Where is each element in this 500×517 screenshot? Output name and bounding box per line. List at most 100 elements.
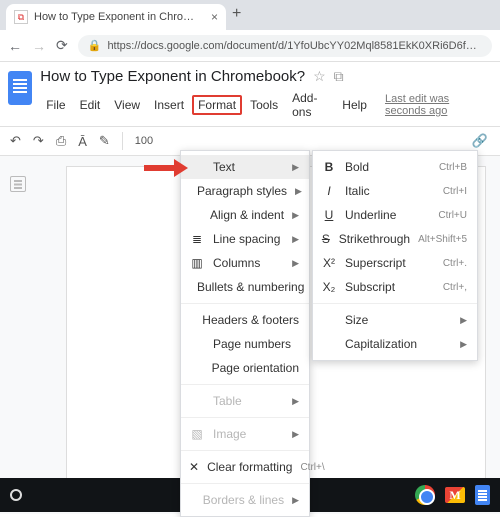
move-icon[interactable]: ⧉ (334, 68, 344, 85)
print-icon[interactable]: ⎙ (56, 133, 66, 149)
gmail-app-icon[interactable] (445, 487, 465, 503)
insert-link-icon[interactable]: 🔗 (472, 133, 488, 149)
browser-tab[interactable]: ⧉ How to Type Exponent in Chro… × (6, 4, 226, 30)
text-item-bold[interactable]: BBoldCtrl+B (313, 155, 477, 179)
menu-item-shortcut: Ctrl+I (443, 186, 467, 197)
chevron-right-icon: ▶ (292, 162, 299, 173)
docs-logo-icon[interactable] (8, 71, 32, 105)
menu-item-label: Borders & lines (203, 493, 284, 507)
menu-item-shortcut: Ctrl+. (443, 258, 467, 269)
favicon: ⧉ (14, 10, 28, 24)
menu-file[interactable]: File (40, 95, 71, 115)
format-item-page-orientation[interactable]: Page orientation (181, 356, 309, 380)
menu-item-label: Line spacing (213, 232, 284, 246)
chevron-right-icon: ▶ (292, 429, 299, 440)
text-item-strikethrough[interactable]: S Strikethrough Alt+Shift+5 (313, 227, 477, 251)
text-item-subscript[interactable]: X₂SubscriptCtrl+, (313, 275, 477, 299)
menu-separator (181, 417, 309, 418)
chevron-right-icon: ▶ (295, 186, 302, 197)
document-title[interactable]: How to Type Exponent in Chromebook? (40, 68, 305, 85)
menu-item-label: Paragraph styles (197, 184, 287, 198)
separator (122, 132, 123, 150)
menu-item-shortcut: Ctrl+\ (300, 462, 324, 473)
menu-item-label: Page numbers (213, 337, 299, 351)
menu-separator (181, 450, 309, 451)
outline-toggle-icon[interactable] (10, 176, 26, 192)
tab-close-icon[interactable]: × (211, 10, 218, 24)
menu-help[interactable]: Help (336, 95, 373, 115)
zoom-value[interactable]: 100 (135, 135, 153, 147)
menu-item-label: Underline (345, 208, 430, 222)
menu-insert[interactable]: Insert (148, 95, 190, 115)
format-item-align-indent[interactable]: Align & indent▶ (181, 203, 309, 227)
text-item-size[interactable]: Size ▶ (313, 308, 477, 332)
text-item-capitalization[interactable]: Capitalization▶ (313, 332, 477, 356)
launcher-icon[interactable] (10, 489, 22, 501)
menu-format[interactable]: Format (192, 95, 242, 115)
menu-item-label: Page orientation (212, 361, 299, 375)
menu-view[interactable]: View (108, 95, 146, 115)
format-item-clear-formatting[interactable]: ✕Clear formattingCtrl+\ (181, 455, 309, 479)
italic-icon: I (321, 184, 337, 198)
text-submenu: BBoldCtrl+BIItalicCtrl+IUUnderlineCtrl+U… (312, 150, 478, 361)
paint-format-icon[interactable]: ✎ (99, 133, 110, 149)
menu-item-shortcut: Alt+Shift+5 (418, 234, 467, 245)
new-tab-button[interactable]: + (232, 5, 241, 25)
menu-item-label: Superscript (345, 256, 435, 270)
format-item-table: Table ▶ (181, 389, 309, 413)
menu-item-label: Capitalization (345, 337, 452, 351)
redo-icon[interactable]: ↷ (33, 133, 44, 149)
last-edit-text[interactable]: Last edit was seconds ago (385, 93, 490, 117)
menu-separator (181, 303, 309, 304)
url-field[interactable]: 🔒 https://docs.google.com/document/d/1Yf… (78, 35, 492, 57)
back-icon[interactable]: ← (8, 38, 22, 54)
url-text: https://docs.google.com/document/d/1YfoU… (107, 40, 482, 52)
format-item-line-spacing[interactable]: ≣Line spacing▶ (181, 227, 309, 251)
menu-item-label: Text (213, 160, 284, 174)
menu-item-label: Headers & footers (202, 313, 299, 327)
menu-bar: File Edit View Insert Format Tools Add-o… (40, 88, 490, 122)
browser-address-bar: ← → ⟳ 🔒 https://docs.google.com/document… (0, 30, 500, 62)
menu-tools[interactable]: Tools (244, 95, 284, 115)
text-item-italic[interactable]: I Italic Ctrl+I (313, 179, 477, 203)
format-item-paragraph-styles[interactable]: Paragraph styles ▶ (181, 179, 309, 203)
text-item-underline[interactable]: U Underline Ctrl+U (313, 203, 477, 227)
format-item-bullets-numbering[interactable]: Bullets & numbering▶ (181, 275, 309, 299)
format-item-page-numbers[interactable]: Page numbers (181, 332, 309, 356)
spellcheck-icon[interactable]: Ā (78, 134, 87, 149)
text-item-superscript[interactable]: X² Superscript Ctrl+. (313, 251, 477, 275)
docs-app-icon[interactable] (475, 485, 490, 505)
strikethrough-icon: S (321, 232, 331, 246)
undo-icon[interactable]: ↶ (10, 133, 21, 149)
star-icon[interactable]: ☆ (313, 68, 326, 85)
chevron-right-icon: ▶ (292, 258, 299, 269)
menu-item-label: Bold (345, 160, 431, 174)
chrome-app-icon[interactable] (415, 485, 435, 505)
image-icon: ▧ (189, 427, 205, 441)
menu-item-label: Bullets & numbering (197, 280, 304, 294)
columns-icon: ▥ (189, 256, 205, 270)
menu-item-label: Table (213, 394, 284, 408)
menu-item-label: Italic (345, 184, 435, 198)
reload-icon[interactable]: ⟳ (56, 37, 68, 54)
format-item-text[interactable]: Text ▶ (181, 155, 309, 179)
menu-item-label: Size (345, 313, 452, 327)
menu-item-label: Image (213, 427, 284, 441)
browser-tab-bar: ⧉ How to Type Exponent in Chro… × + (0, 0, 500, 30)
menu-item-label: Clear formatting (207, 460, 292, 474)
format-item-image: ▧ Image ▶ (181, 422, 309, 446)
menu-item-label: Strikethrough (339, 232, 410, 246)
chevron-right-icon: ▶ (292, 234, 299, 245)
chevron-right-icon: ▶ (460, 315, 467, 326)
underline-icon: U (321, 208, 337, 222)
menu-edit[interactable]: Edit (74, 95, 107, 115)
superscript-icon: X² (321, 256, 337, 270)
menu-item-shortcut: Ctrl+B (439, 162, 467, 173)
chevron-right-icon: ▶ (292, 396, 299, 407)
format-item-columns[interactable]: ▥Columns▶ (181, 251, 309, 275)
format-item-headers-footers[interactable]: Headers & footers (181, 308, 309, 332)
clear-formatting-icon: ✕ (189, 460, 199, 474)
menu-addons[interactable]: Add-ons (286, 88, 334, 122)
menu-item-shortcut: Ctrl+U (438, 210, 467, 221)
menu-separator (313, 303, 477, 304)
